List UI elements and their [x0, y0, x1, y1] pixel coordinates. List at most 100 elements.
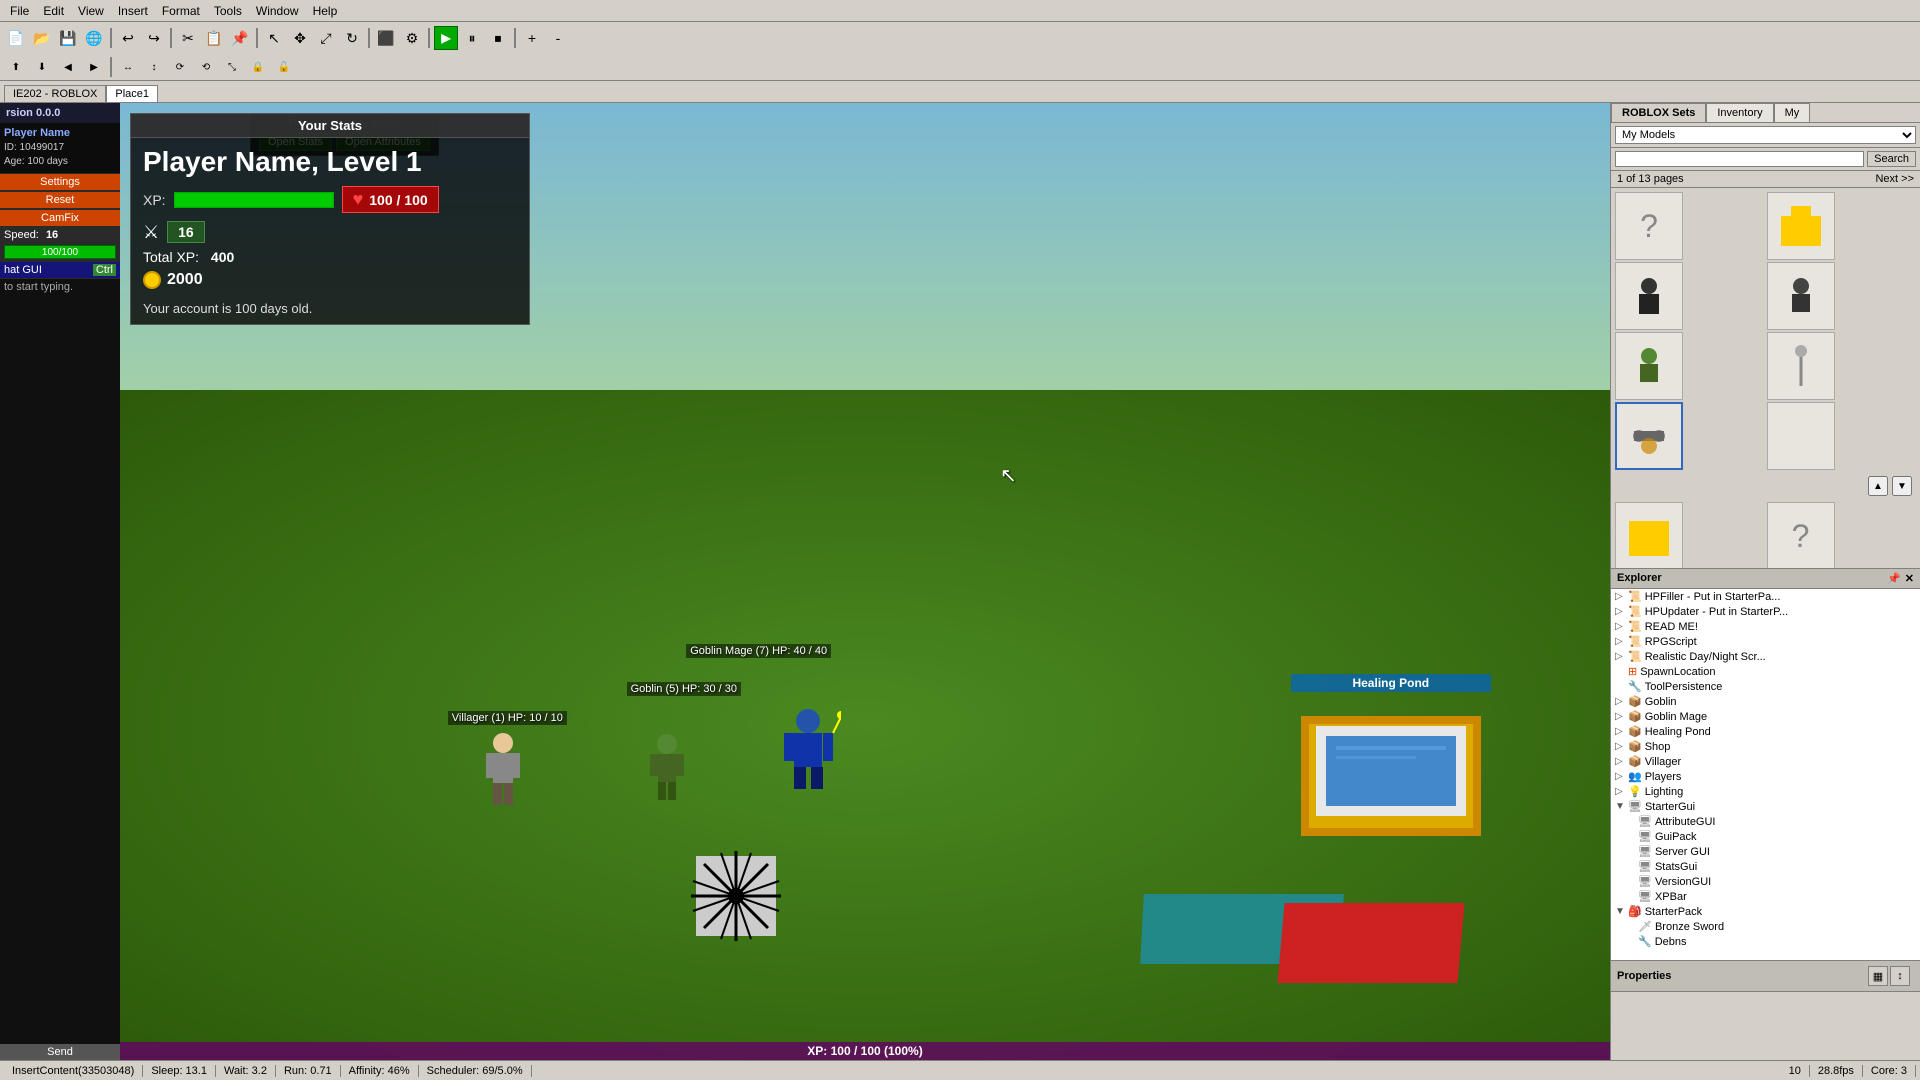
model-item-9[interactable] — [1615, 502, 1683, 568]
explorer-controls: 📌 ✕ — [1887, 572, 1914, 585]
tree-item-goblin[interactable]: ▷📦Goblin — [1611, 694, 1920, 709]
toolbar-stop[interactable]: ⏹ — [486, 26, 510, 50]
menu-file[interactable]: File — [4, 2, 35, 20]
tree-item-servergui[interactable]: 🖥Server GUI — [1611, 844, 1920, 859]
toolbar-2j[interactable]: 🔒 — [246, 55, 270, 79]
toolbar-2g[interactable]: ⟳ — [168, 55, 192, 79]
menu-tools[interactable]: Tools — [208, 2, 248, 20]
toolbar-save-to-roblox[interactable]: 🌐 — [82, 26, 106, 50]
tree-item-goblinmage[interactable]: ▷📦Goblin Mage — [1611, 709, 1920, 724]
toolbar-select[interactable]: ↖ — [262, 26, 286, 50]
tree-item-spawn[interactable]: ⊞SpawnLocation — [1611, 664, 1920, 679]
toolbar-2i[interactable]: ⤡ — [220, 55, 244, 79]
model-item-6[interactable] — [1767, 332, 1835, 400]
toolbar-rotate[interactable]: ↻ — [340, 26, 364, 50]
tree-item-hpupdater[interactable]: ▷📜HPUpdater - Put in StarterP... — [1611, 604, 1920, 619]
toolbar-undo[interactable]: ↩ — [116, 26, 140, 50]
tree-item-statsgui[interactable]: 🖥StatsGui — [1611, 859, 1920, 874]
model-item-5[interactable] — [1615, 332, 1683, 400]
tree-item-shop[interactable]: ▷📦Shop — [1611, 739, 1920, 754]
tree-item-villager[interactable]: ▷📦Villager — [1611, 754, 1920, 769]
menu-insert[interactable]: Insert — [112, 2, 154, 20]
search-input[interactable] — [1615, 151, 1864, 167]
tree-item-toolpersistence[interactable]: 🔧ToolPersistence — [1611, 679, 1920, 694]
tree-item-attributegui[interactable]: 🖥AttributeGUI — [1611, 814, 1920, 829]
toolbar-play-server[interactable]: ⏸ — [460, 26, 484, 50]
menu-edit[interactable]: Edit — [37, 2, 70, 20]
toolbar-paste[interactable]: 📌 — [228, 26, 252, 50]
tree-item-guipack[interactable]: 🖥GuiPack — [1611, 829, 1920, 844]
tree-item-players[interactable]: ▷👥Players — [1611, 769, 1920, 784]
explorer-panel: Explorer 📌 ✕ ▷📜HPFiller - Put in Starter… — [1611, 568, 1920, 960]
toolbar-copy[interactable]: 📋 — [202, 26, 226, 50]
toolbar-new[interactable]: 📄 — [4, 26, 28, 50]
pagination-row: 1 of 13 pages Next >> — [1611, 171, 1920, 188]
prop-sort-btn[interactable]: ↕ — [1890, 966, 1910, 986]
toolbar-2c[interactable]: ◀ — [56, 55, 80, 79]
toolbar-redo[interactable]: ↪ — [142, 26, 166, 50]
model-item-10[interactable]: ? — [1767, 502, 1835, 568]
status-cores: Core: 3 — [1863, 1065, 1916, 1077]
toolbar-insert-service[interactable]: ⚙ — [400, 26, 424, 50]
tree-item-rpgscript[interactable]: ▷📜RPGScript — [1611, 634, 1920, 649]
tree-item-lighting[interactable]: ▷💡Lighting — [1611, 784, 1920, 799]
menu-view[interactable]: View — [72, 2, 110, 20]
scroll-up[interactable]: ▲ — [1868, 476, 1888, 496]
scroll-down[interactable]: ▼ — [1892, 476, 1912, 496]
toolbar-cut[interactable]: ✂ — [176, 26, 200, 50]
model-item-3[interactable] — [1615, 262, 1683, 330]
menu-window[interactable]: Window — [250, 2, 305, 20]
tree-item-starterpack[interactable]: ▼🎒StarterPack — [1611, 904, 1920, 919]
tree-item-xpbar[interactable]: 🖥XPBar — [1611, 889, 1920, 904]
tree-item-versiongui[interactable]: 🖥VersionGUI — [1611, 874, 1920, 889]
toolbar-2k[interactable]: 🔓 — [272, 55, 296, 79]
tree-item-startergui[interactable]: ▼🖥StarterGui — [1611, 799, 1920, 814]
toolbar-play[interactable]: ▶ — [434, 26, 458, 50]
toolbar-2f[interactable]: ↕ — [142, 55, 166, 79]
model-item-8[interactable] — [1767, 402, 1835, 470]
toolbar-scale[interactable]: ⤢ — [314, 26, 338, 50]
menu-format[interactable]: Format — [156, 2, 206, 20]
tab-place1[interactable]: Place1 — [106, 85, 158, 102]
toolbar-save[interactable]: 💾 — [56, 26, 80, 50]
explorer-close[interactable]: ✕ — [1905, 572, 1914, 585]
toolbar-zoom-out[interactable]: - — [546, 26, 570, 50]
tree-item-debns[interactable]: 🔧Debns — [1611, 934, 1920, 949]
toolbar-zoom-in[interactable]: + — [520, 26, 544, 50]
toolbar-2b[interactable]: ⬇ — [30, 55, 54, 79]
menu-help[interactable]: Help — [307, 2, 344, 20]
reset-button[interactable]: Reset — [0, 192, 120, 208]
toolbar-2e[interactable]: ↔ — [116, 55, 140, 79]
explorer-pin[interactable]: 📌 — [1887, 572, 1901, 585]
prop-filter-btn[interactable]: ▦ — [1868, 966, 1888, 986]
tab-my[interactable]: My — [1774, 103, 1811, 122]
tree-item-healingpond[interactable]: ▷📦Healing Pond — [1611, 724, 1920, 739]
toolbar-2d[interactable]: ▶ — [82, 55, 106, 79]
toolbar-insert-part[interactable]: ⬛ — [374, 26, 398, 50]
tab-ie202[interactable]: IE202 - ROBLOX — [4, 85, 106, 102]
search-button[interactable]: Search — [1867, 151, 1916, 167]
model-item-1[interactable]: ? — [1615, 192, 1683, 260]
tree-item-readme[interactable]: ▷📜READ ME! — [1611, 619, 1920, 634]
tab-roblox-sets[interactable]: ROBLOX Sets — [1611, 103, 1706, 122]
camfix-button[interactable]: CamFix — [0, 210, 120, 226]
model-item-4[interactable] — [1767, 262, 1835, 330]
expand-icon: ▷ — [1615, 636, 1625, 647]
next-page-button[interactable]: Next >> — [1875, 173, 1914, 185]
players-icon: 👥 — [1628, 770, 1642, 783]
toolbar-2a[interactable]: ⬆ — [4, 55, 28, 79]
tree-label: XPBar — [1655, 891, 1687, 903]
tree-item-bronzesword[interactable]: 🗡Bronze Sword — [1611, 919, 1920, 934]
toolbar-2h[interactable]: ⟲ — [194, 55, 218, 79]
settings-button[interactable]: Settings — [0, 174, 120, 190]
models-dropdown[interactable]: My Models — [1615, 126, 1916, 144]
toolbar-open[interactable]: 📂 — [30, 26, 54, 50]
tab-inventory[interactable]: Inventory — [1706, 103, 1773, 122]
tree-item-hpfiller[interactable]: ▷📜HPFiller - Put in StarterPa... — [1611, 589, 1920, 604]
tree-item-daynight[interactable]: ▷📜Realistic Day/Night Scr... — [1611, 649, 1920, 664]
model-item-2[interactable] — [1767, 192, 1835, 260]
send-button[interactable]: Send — [0, 1044, 120, 1060]
game-viewport[interactable]: There is 1 player online Open Stats Open… — [120, 103, 1610, 1060]
model-item-7[interactable] — [1615, 402, 1683, 470]
toolbar-move[interactable]: ✥ — [288, 26, 312, 50]
